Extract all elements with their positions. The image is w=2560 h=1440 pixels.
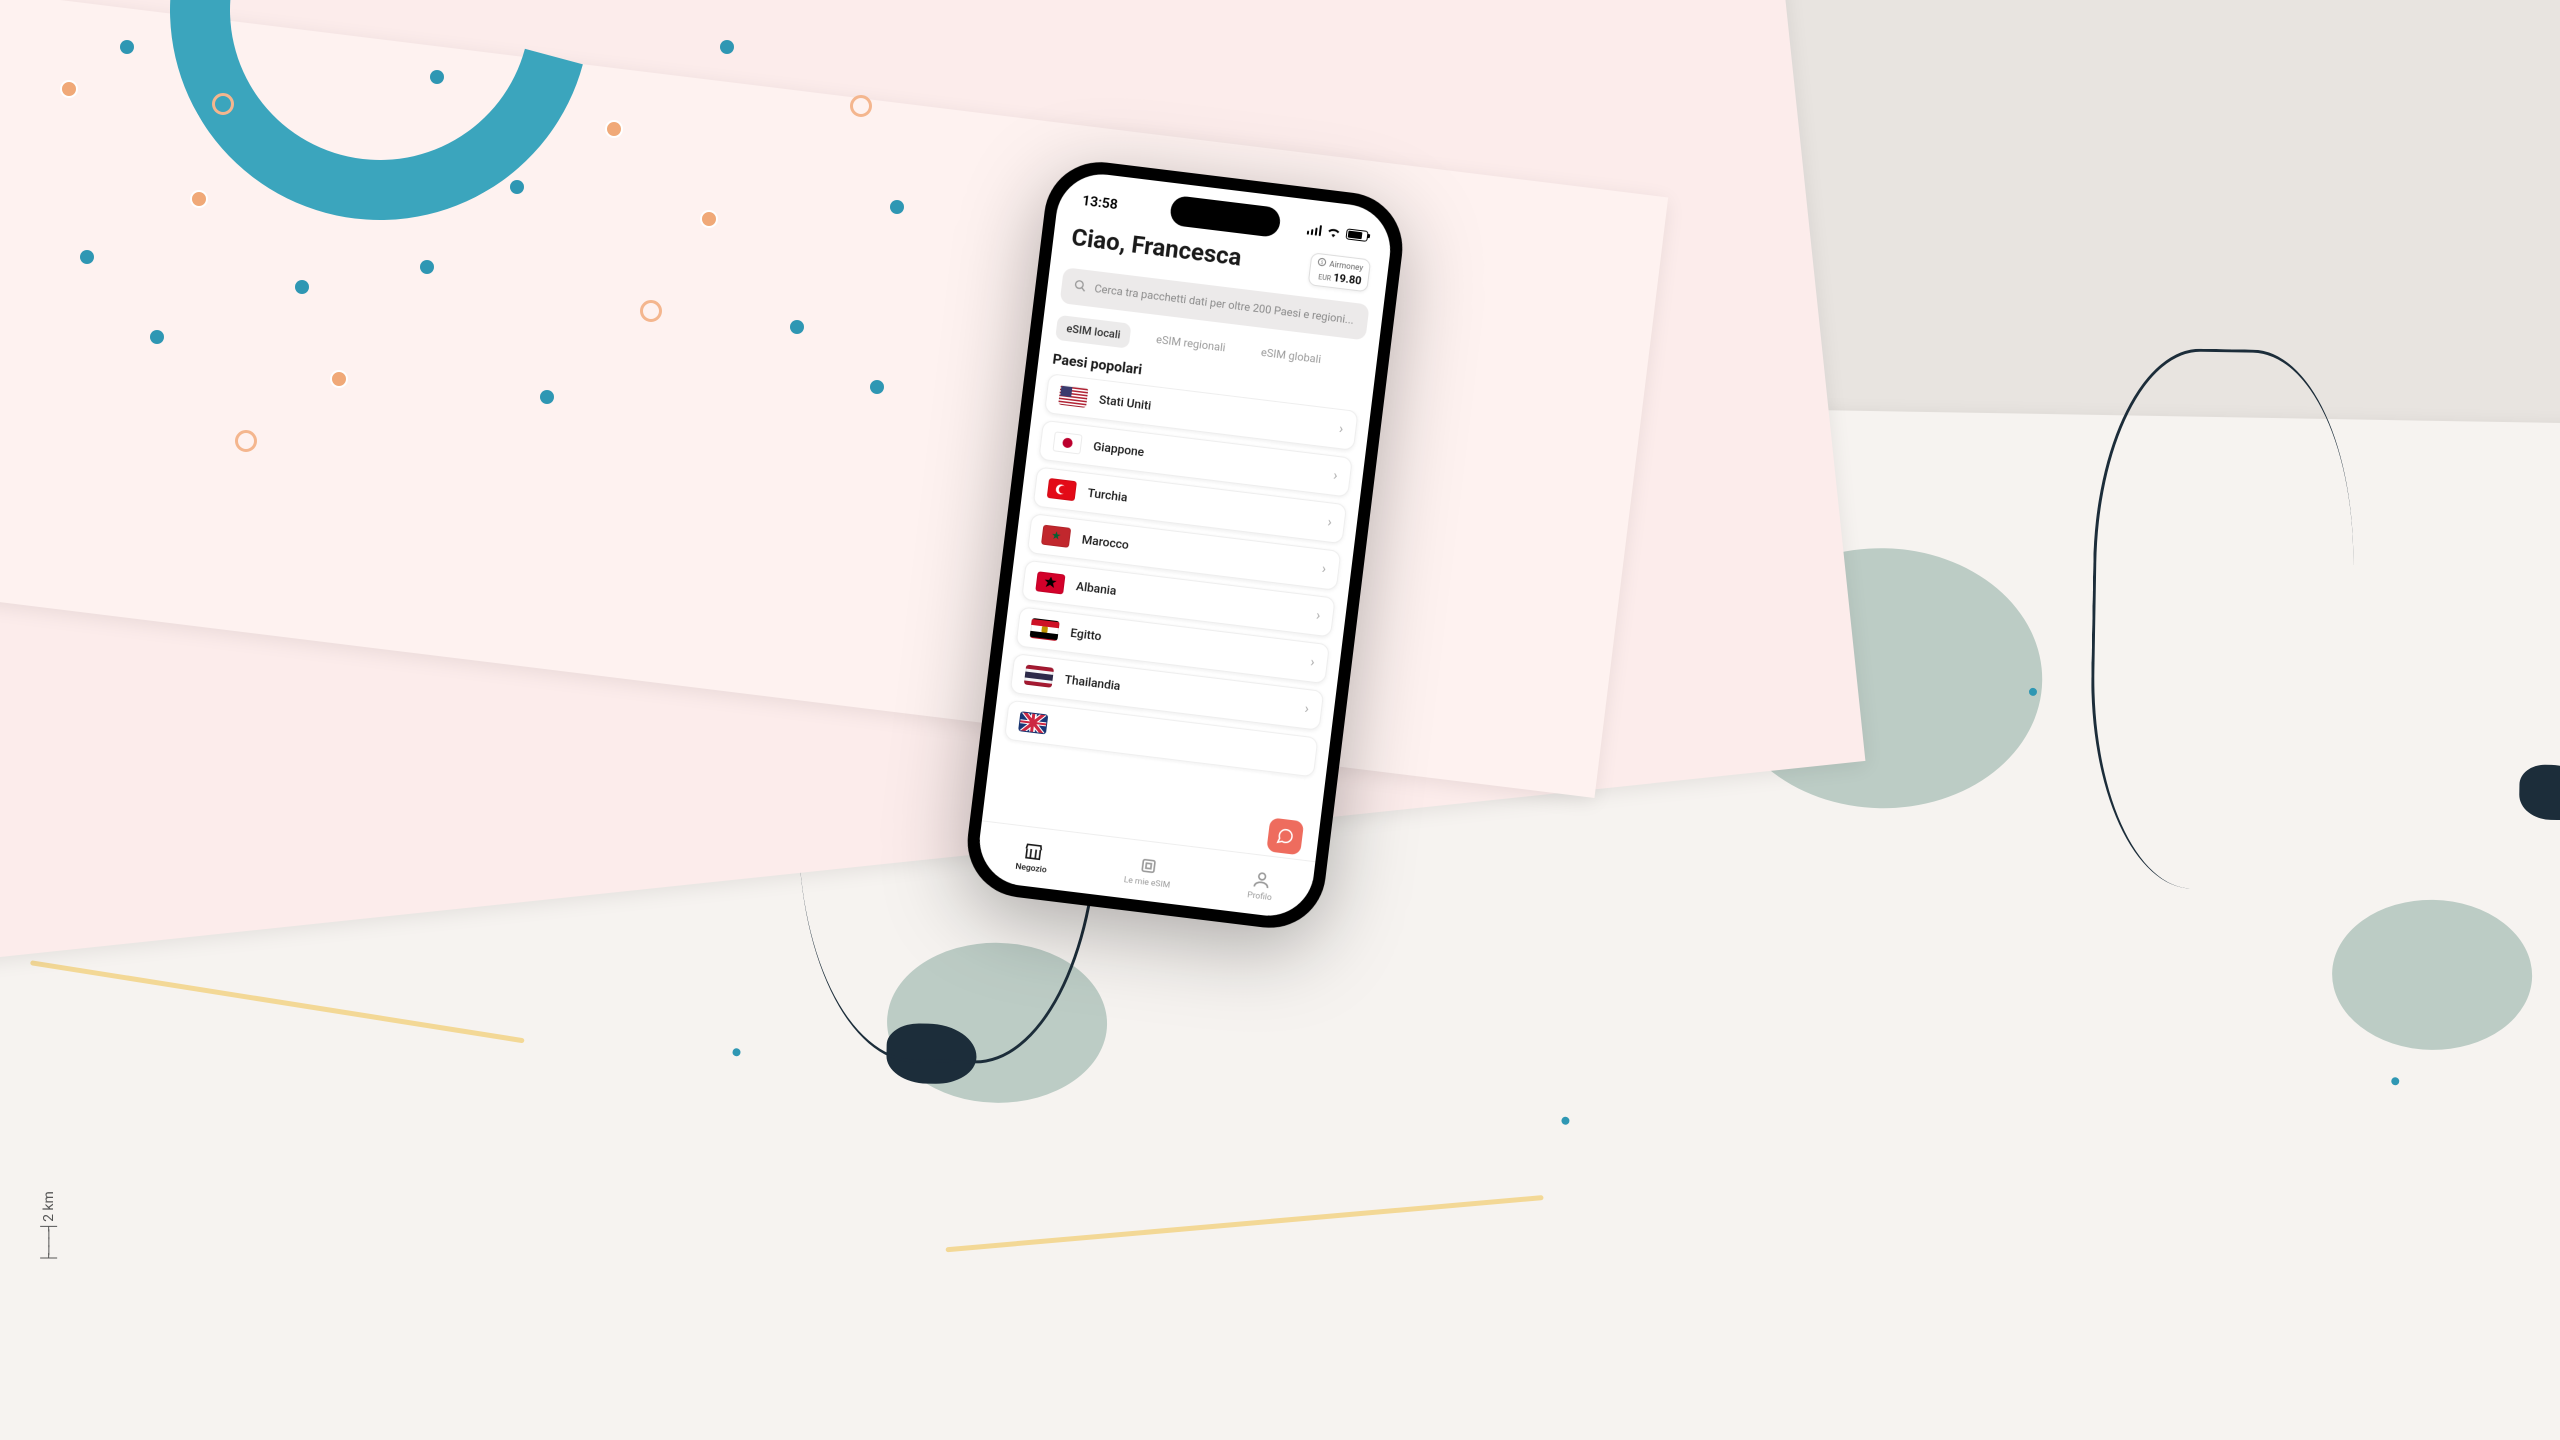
search-placeholder: Cerca tra pacchetti dati per oltre 200 P… xyxy=(1094,282,1355,327)
profile-icon xyxy=(1249,868,1273,891)
tab-regional[interactable]: eSIM regionali xyxy=(1145,326,1237,362)
nav-profile[interactable]: Profilo xyxy=(1247,868,1275,903)
nav-store-label: Negozio xyxy=(1015,861,1047,875)
chevron-right-icon: › xyxy=(1332,467,1338,483)
scale-label: 2 km xyxy=(41,1191,57,1222)
flag-eg-icon xyxy=(1030,618,1060,641)
airmoney-currency: EUR xyxy=(1318,273,1332,283)
flag-us-icon xyxy=(1058,384,1088,407)
chevron-right-icon: › xyxy=(1321,561,1327,577)
status-indicators xyxy=(1307,223,1369,242)
nav-profile-label: Profilo xyxy=(1247,890,1273,903)
country-list: Stati Uniti › Giappone › Turchia › Maroc… xyxy=(982,371,1371,861)
tab-local[interactable]: eSIM locali xyxy=(1055,315,1132,349)
flag-jp-icon xyxy=(1052,431,1082,454)
country-name: Turchia xyxy=(1087,486,1317,528)
tab-global[interactable]: eSIM globali xyxy=(1250,338,1333,373)
store-icon xyxy=(1021,840,1045,863)
status-time: 13:58 xyxy=(1081,193,1118,213)
chevron-right-icon: › xyxy=(1327,514,1333,530)
country-name: Albania xyxy=(1075,579,1305,621)
flag-tr-icon xyxy=(1047,478,1077,501)
country-name: Giappone xyxy=(1093,439,1323,481)
country-name: Thailandia xyxy=(1064,672,1294,714)
esim-icon xyxy=(1137,854,1161,877)
nav-my-esims-label: Le mie eSIM xyxy=(1123,875,1170,891)
chevron-right-icon: › xyxy=(1338,421,1344,437)
map-scale-bar: ├───┤ 2 km xyxy=(40,1191,57,1263)
flag-al-icon xyxy=(1035,571,1065,594)
chevron-right-icon: › xyxy=(1304,701,1310,717)
phone-screen: 13:58 Ciao, Francesca $ xyxy=(975,169,1396,921)
wifi-icon xyxy=(1326,225,1342,239)
chat-button[interactable] xyxy=(1266,817,1304,855)
signal-icon xyxy=(1307,223,1322,236)
search-icon xyxy=(1073,278,1088,295)
flag-ma-icon xyxy=(1041,524,1071,547)
country-name: Marocco xyxy=(1081,532,1311,574)
flag-th-icon xyxy=(1024,664,1054,687)
country-name: Stati Uniti xyxy=(1098,392,1328,434)
nav-my-esims[interactable]: Le mie eSIM xyxy=(1123,853,1173,890)
flag-uk-icon xyxy=(1018,711,1048,734)
battery-icon xyxy=(1346,228,1369,242)
airmoney-amount: 19.80 xyxy=(1333,271,1363,287)
airmoney-chip[interactable]: $ Airmoney EUR19.80 xyxy=(1308,252,1371,292)
country-name xyxy=(1059,726,1303,756)
chevron-right-icon: › xyxy=(1315,607,1321,623)
country-name: Egitto xyxy=(1070,626,1300,668)
nav-store[interactable]: Negozio xyxy=(1015,839,1050,875)
chevron-right-icon: › xyxy=(1309,654,1315,670)
